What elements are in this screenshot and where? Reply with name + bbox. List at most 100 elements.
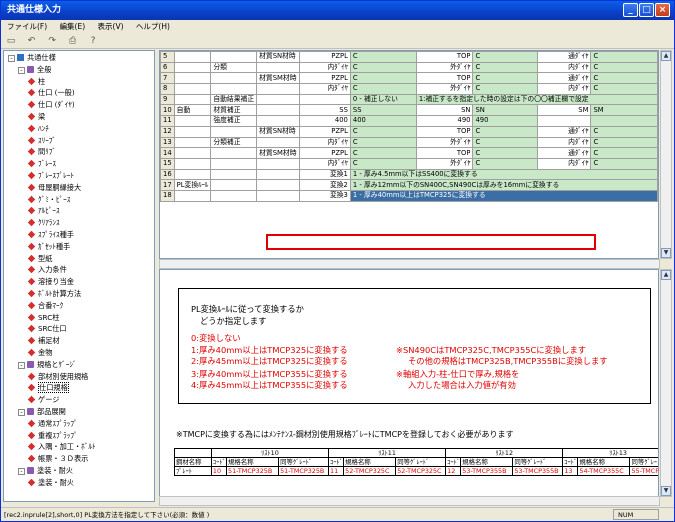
tree-item[interactable]: - 規格とｹﾞｰｼﾞ (18, 360, 77, 370)
grid-cell[interactable]: C (472, 136, 539, 149)
tree-item[interactable]: 仕口 (ﾀﾞｲﾔ) (27, 100, 75, 110)
grid-cell[interactable]: C (349, 136, 417, 149)
collapse-icon[interactable]: - (8, 55, 15, 62)
conversion-rule-dropdown[interactable]: 1 - 厚み40mm以上はTMCP325に変換する (349, 189, 658, 202)
grid-cell[interactable]: C (349, 125, 417, 138)
tree-item[interactable]: 金物 (27, 348, 52, 358)
tree-item[interactable]: SRC柱 (27, 313, 59, 323)
menu-edit[interactable]: 編集(E) (60, 22, 86, 31)
tree-item[interactable]: ﾎﾞﾙﾄ計算方法 (27, 289, 81, 299)
scroll-down-icon[interactable]: ▼ (661, 248, 671, 258)
grid-cell[interactable]: C (590, 83, 658, 95)
tree-item[interactable]: ゲージ (27, 395, 59, 405)
tree-item[interactable]: 補足材 (27, 336, 60, 346)
tree-item[interactable]: ﾌﾞﾚｰｽﾌﾟﾚｰﾄ (27, 171, 74, 181)
grid-vertical-scrollbar[interactable]: ▲ ▼ (660, 50, 672, 259)
tree-item[interactable]: SRC仕口 (27, 324, 67, 334)
tree-item[interactable]: 入隅・加工・ﾎﾞﾙﾄ (27, 442, 96, 452)
tree-item[interactable]: 型紙 (27, 254, 52, 264)
grid-cell[interactable]: SM (590, 104, 658, 117)
scroll-down-icon[interactable]: ▼ (661, 486, 671, 496)
grid-cell[interactable]: 1 - 厚み12mm以下のSN400C,SN490Cは厚みを16mmに変換する (349, 179, 658, 191)
help-icon[interactable]: ? (87, 35, 99, 47)
close-button[interactable]: × (655, 3, 670, 17)
tree-item[interactable]: 入力条件 (27, 265, 67, 275)
collapse-icon[interactable]: - (18, 409, 25, 416)
tree-item[interactable]: 帳票・３Ｄ表示 (27, 454, 88, 464)
grid-cell[interactable]: C (349, 51, 417, 63)
grid-cell[interactable]: C (590, 147, 658, 159)
grid-cell[interactable]: 490 (472, 115, 539, 127)
tree-item[interactable]: 母屋胴縁接大 (27, 183, 81, 193)
collapse-icon[interactable]: - (18, 66, 25, 74)
tree-item[interactable]: 部材別使用規格 (27, 372, 88, 382)
scroll-up-icon[interactable]: ▲ (661, 51, 671, 61)
tree-item-label: ｸﾞﾐ・ﾋﾟｰｽ (38, 194, 71, 204)
grid-cell[interactable]: C (349, 83, 417, 95)
menu-view[interactable]: 表示(V) (98, 22, 124, 31)
item-icon (27, 372, 36, 380)
grid-cell[interactable]: C (349, 61, 417, 74)
tree-item[interactable]: ﾌﾞﾚｰｽ (27, 159, 56, 169)
grid-cell[interactable]: C (590, 72, 658, 85)
grid-cell[interactable]: 400 (349, 115, 417, 127)
grid-cell[interactable]: C (472, 157, 539, 170)
undo-icon[interactable]: ↶ (26, 35, 38, 47)
grid-cell[interactable]: C (590, 136, 658, 149)
grid-cell[interactable]: C (590, 125, 658, 138)
grid-horizontal-scrollbar[interactable] (159, 259, 660, 269)
grid-cell[interactable]: C (590, 51, 658, 63)
grid-cell[interactable]: C (590, 61, 658, 74)
maximize-button[interactable]: □ (639, 3, 654, 17)
tree-item[interactable]: 梁 (27, 112, 45, 122)
grid-cell[interactable]: SS (349, 104, 417, 117)
tree-item[interactable]: 柱 (27, 77, 45, 87)
print-icon[interactable]: ⎙ (67, 35, 79, 47)
grid-cell[interactable]: C (349, 147, 417, 159)
grid-cell[interactable] (590, 115, 658, 127)
tree-item[interactable]: 溶接り当金 (27, 277, 74, 287)
tree-item[interactable]: 仕口規格 (27, 382, 69, 394)
scroll-up-icon[interactable]: ▲ (661, 270, 671, 280)
grid-cell[interactable]: C (472, 72, 539, 85)
tree-item[interactable]: 重複ｽﾌﾟﾗｯﾌﾟ (27, 431, 78, 441)
grid-cell[interactable]: SN (472, 104, 539, 117)
menu-file[interactable]: ファイル(F) (7, 22, 47, 31)
grid-cell[interactable]: C (590, 157, 658, 170)
tree-item[interactable]: 合番ﾏｰｸ (27, 301, 63, 311)
redo-icon[interactable]: ↷ (46, 35, 58, 47)
tree-item[interactable]: 通常ｽﾌﾟﾗｯﾌﾟ (27, 419, 78, 429)
tree-item[interactable]: ｱﾙﾋﾟｰｽ (27, 206, 60, 216)
grid-cell[interactable]: C (472, 147, 539, 159)
menu-help[interactable]: ヘルプ(H) (136, 22, 170, 31)
minimize-button[interactable]: _ (623, 3, 638, 17)
new-icon[interactable]: ▭ (5, 35, 17, 47)
tree-item[interactable]: 仕口 (一般) (27, 88, 75, 98)
tree-item[interactable]: 塗装・耐火 (27, 478, 74, 488)
tree-item[interactable]: 間ﾘﾌﾞ (27, 147, 56, 157)
help-vertical-scrollbar[interactable]: ▲ ▼ (660, 269, 672, 497)
tree-item[interactable]: ｸﾞﾐ・ﾋﾟｰｽ (27, 194, 71, 205)
grid-cell[interactable]: C (472, 83, 539, 95)
help-horizontal-scrollbar[interactable] (159, 496, 660, 506)
tree-item[interactable]: - 全般 (18, 65, 51, 75)
tree-item[interactable]: - 共通仕様 (8, 53, 56, 63)
tree-item[interactable]: - 塗装・耐火 (18, 466, 73, 476)
tree-item[interactable]: ｽﾘｰﾌﾞ (27, 136, 56, 146)
grid-cell[interactable]: C (472, 125, 539, 138)
collapse-icon[interactable]: - (18, 468, 25, 475)
grid-cell[interactable]: 1 - 厚み4.5mm以下はSS400に変換する (349, 168, 658, 181)
tree-item[interactable]: ﾊﾝﾁ (27, 124, 49, 134)
grid-cell[interactable]: 0 - 補正しない (349, 93, 417, 106)
tree-item[interactable]: ｽﾌﾟﾗｲｽ種手 (27, 230, 74, 240)
grid-cell[interactable]: C (349, 157, 417, 170)
collapse-icon[interactable]: - (18, 361, 25, 369)
grid-cell[interactable]: C (472, 51, 539, 63)
settings-tree[interactable]: - 共通仕様 - 全般柱仕口 (一般) 仕口 (ﾀﾞｲﾔ) 梁 ﾊﾝﾁ ｽﾘｰﾌﾞ 間ﾘﾌﾞ ﾌﾞ… (3, 50, 155, 502)
grid-cell[interactable]: C (472, 61, 539, 74)
grid-cell[interactable]: C (349, 72, 417, 85)
tree-item[interactable]: ｸﾘｱﾗﾝｽ (27, 218, 60, 228)
grid-cell: 内ﾀﾞｲﾔ (537, 136, 592, 149)
tree-item[interactable]: ｶﾞｾｯﾄ種手 (27, 242, 70, 252)
tree-item[interactable]: - 部品展開 (18, 407, 66, 417)
